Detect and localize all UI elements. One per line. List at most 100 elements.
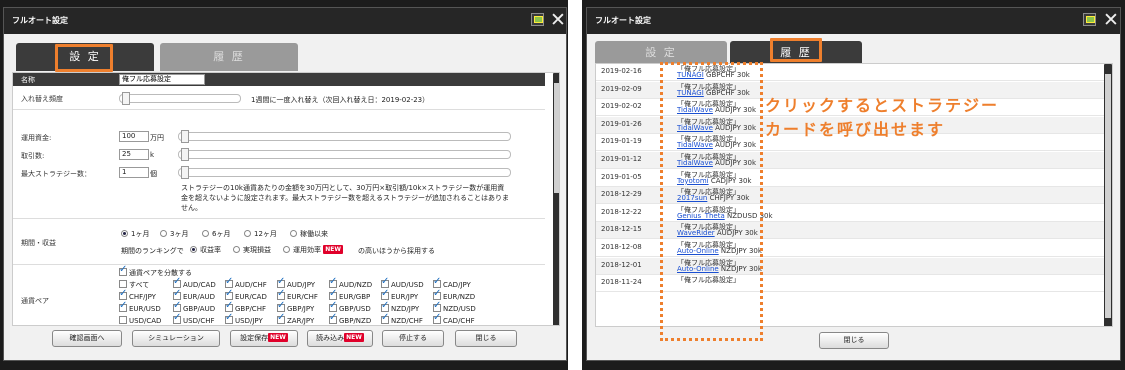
pair-label: EUR/NZD — [443, 293, 476, 301]
rank-prefix: 期間のランキングで — [121, 247, 184, 255]
rank-efficiency-radio[interactable]: 運用効率 NEW — [283, 245, 343, 255]
close-button[interactable]: 閉じる — [455, 330, 517, 347]
lots-slider[interactable] — [178, 148, 511, 161]
tab-history[interactable]: 履 歴 — [160, 43, 298, 71]
stop-button[interactable]: 停止する — [382, 330, 444, 347]
pair-label: USD/CHF — [183, 317, 215, 325]
window-title: フルオート設定 — [12, 16, 68, 25]
capital-section: 運用資金: 100 万円 取引数: 25 k 最大ストラテジー数： 1 個 スト… — [13, 111, 545, 219]
checkbox-checked-icon — [277, 276, 285, 288]
rank-realized-radio[interactable]: 実現損益 — [233, 245, 271, 255]
checkbox-checked-icon — [381, 276, 389, 288]
period-6m-radio[interactable]: 6ヶ月 — [202, 229, 230, 239]
pair-label: EUR/USD — [129, 305, 161, 313]
capital-slider[interactable] — [178, 130, 511, 143]
history-tab-highlight — [770, 38, 822, 62]
lots-slider-handle[interactable] — [181, 148, 189, 161]
rank-return-label: 収益率 — [200, 246, 221, 254]
lots-input[interactable]: 25 — [119, 149, 149, 160]
settings-panel: 名称 俺フル応募設定 入れ替え頻度 1週間に一度入れ替え（次回入れ替え日：201… — [12, 72, 560, 326]
save-settings-label: 設定保存 — [240, 334, 269, 342]
checkbox-checked-icon — [173, 288, 181, 300]
checkbox-checked-icon — [173, 276, 181, 288]
pair-label: GBP/USD — [339, 305, 371, 313]
simulation-button[interactable]: シミュレーション — [132, 330, 220, 347]
load-button[interactable]: 読み込み NEW — [307, 330, 373, 347]
checkbox-checked-icon — [119, 288, 127, 300]
pairs-section: 通貨ペア 通貨ペアを分散する すべて AUD/CAD AUD/CHF AUD/JPY… — [13, 264, 545, 325]
pair-checkbox[interactable]: ZAR/JPY — [277, 312, 314, 325]
checkbox-checked-icon — [173, 312, 181, 324]
rank-return-radio[interactable]: 収益率 — [190, 245, 221, 255]
pair-checkbox[interactable]: GBP/NZD — [329, 312, 371, 325]
checkbox-icon — [119, 280, 127, 288]
history-date: 2019-02-02 — [601, 102, 642, 111]
max-strategy-unit: 個 — [150, 170, 157, 178]
capital-unit: 万円 — [150, 134, 164, 142]
confirm-button[interactable]: 確認画面へ — [52, 330, 122, 347]
radio-icon — [160, 230, 167, 237]
period-6m-label: 6ヶ月 — [212, 230, 231, 238]
history-close-button[interactable]: 閉じる — [819, 332, 889, 349]
checkbox-checked-icon — [381, 288, 389, 300]
window-titlebar: フルオート設定 ✕ — [4, 8, 566, 34]
checkbox-checked-icon — [433, 300, 441, 312]
rebalance-slider-handle[interactable] — [122, 92, 130, 105]
pair-checkbox[interactable]: USD/CAD — [119, 316, 161, 325]
close-icon[interactable]: ✕ — [1103, 8, 1119, 32]
pair-label: NZD/USD — [443, 305, 476, 313]
period-since-radio[interactable]: 稼働以来 — [290, 229, 328, 239]
pair-checkbox[interactable]: USD/CHF — [173, 312, 215, 325]
all-pairs-label: すべて — [129, 281, 150, 289]
radio-icon — [233, 246, 240, 253]
radio-selected-icon — [190, 246, 197, 253]
checkbox-checked-icon — [433, 312, 441, 324]
scrollbar-thumb[interactable] — [1105, 74, 1111, 318]
pair-checkbox[interactable]: EUR/USD — [119, 300, 161, 313]
period-12m-radio[interactable]: 12ヶ月 — [244, 229, 277, 239]
scrollbar-thumb[interactable] — [554, 83, 559, 193]
monitor-icon[interactable] — [1083, 13, 1096, 26]
pair-label: EUR/CAD — [235, 293, 267, 301]
strategy-cards-highlight — [660, 62, 763, 341]
window-title: フルオート設定 — [595, 16, 651, 25]
max-strategy-slider[interactable] — [178, 166, 511, 179]
save-settings-button[interactable]: 設定保存 NEW — [230, 330, 298, 347]
split-pairs-label: 通貨ペアを分散する — [129, 269, 192, 277]
pair-label: AUD/NZD — [339, 281, 373, 289]
pair-checkbox[interactable]: NZD/CHF — [381, 312, 423, 325]
period-3m-radio[interactable]: 3ヶ月 — [160, 229, 188, 239]
max-strategy-input[interactable]: 1 — [119, 167, 149, 178]
radio-icon — [202, 230, 209, 237]
window-titlebar: フルオート設定 ✕ — [587, 8, 1120, 34]
checkbox-checked-icon — [329, 312, 337, 324]
capital-input[interactable]: 100 — [119, 131, 149, 142]
new-badge: NEW — [268, 333, 288, 342]
pair-label: CAD/CHF — [443, 317, 475, 325]
monitor-icon[interactable] — [531, 13, 544, 26]
strategy-note: ストラテジーの10k通貨あたりの金額を30万円として、30万円×取引額/10k×… — [181, 184, 509, 212]
checkbox-checked-icon — [225, 312, 233, 324]
pair-label: AUD/JPY — [287, 281, 316, 289]
pairs-label: 通貨ペア — [21, 297, 49, 305]
name-input[interactable]: 俺フル応募設定 — [119, 74, 205, 85]
period-1m-radio[interactable]: 1ヶ月 — [121, 229, 149, 239]
lots-unit: k — [150, 151, 155, 159]
max-strategy-slider-handle[interactable] — [181, 166, 189, 179]
history-date: 2018-12-08 — [601, 243, 642, 251]
close-icon[interactable]: ✕ — [550, 8, 566, 32]
history-date: 2018-11-24 — [601, 278, 642, 287]
settings-scrollbar[interactable] — [553, 73, 559, 325]
pair-checkbox[interactable]: USD/JPY — [225, 312, 263, 325]
history-scrollbar[interactable] — [1104, 64, 1112, 326]
capital-slider-handle[interactable] — [181, 130, 189, 143]
capital-label: 運用資金: — [21, 134, 52, 142]
pair-label: USD/JPY — [235, 317, 263, 325]
rebalance-slider[interactable] — [119, 92, 241, 105]
history-date: 2019-01-05 — [601, 172, 642, 181]
new-badge: NEW — [344, 333, 364, 342]
history-date: 2018-12-29 — [601, 190, 642, 199]
radio-selected-icon — [121, 230, 128, 237]
pair-checkbox[interactable]: CAD/CHF — [433, 312, 475, 325]
settings-tab-highlight — [55, 44, 113, 72]
